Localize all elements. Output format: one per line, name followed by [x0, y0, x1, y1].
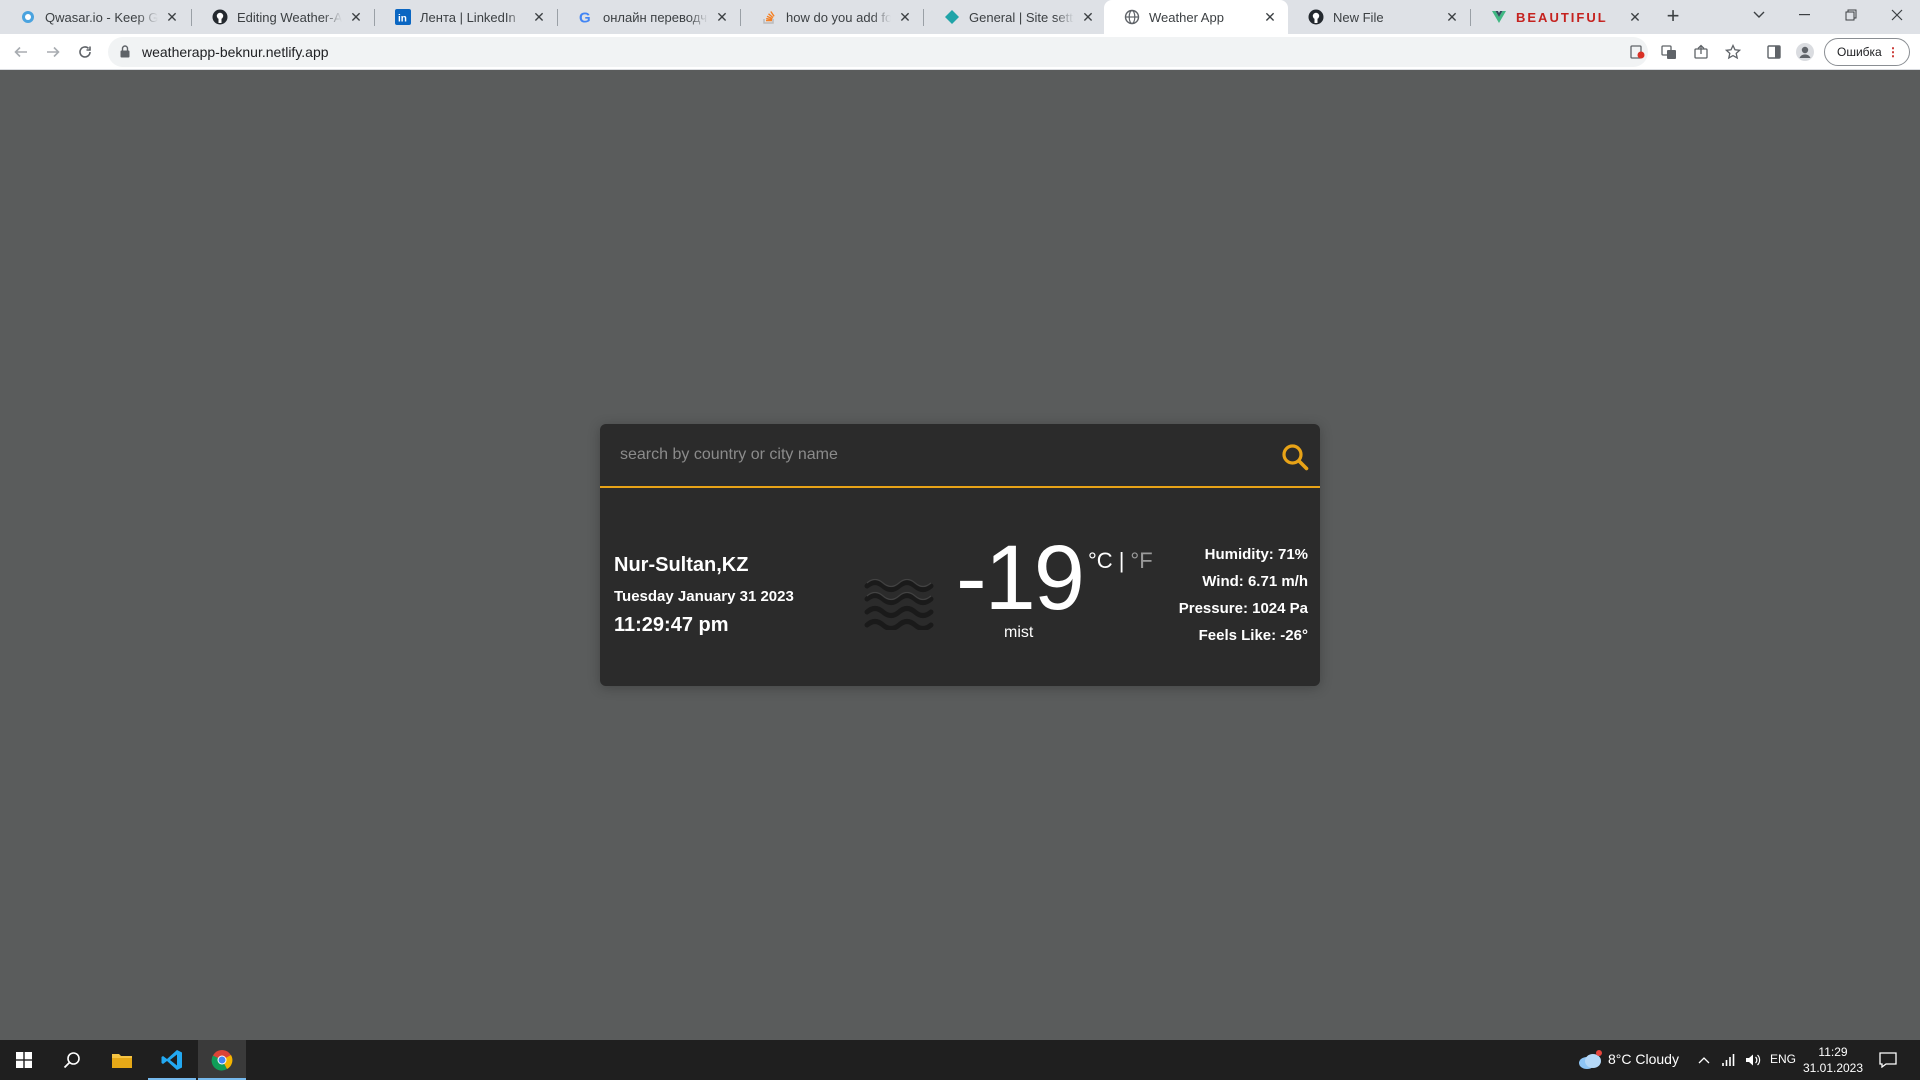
- tab-title: Weather App: [1149, 9, 1224, 25]
- mist-icon: [864, 574, 936, 635]
- temperature-value: -19: [956, 527, 1085, 629]
- wind-value: Wind: 6.71 m/h: [1202, 573, 1308, 590]
- windows-start-icon[interactable]: [0, 1040, 48, 1080]
- tab-google-search[interactable]: G онлайн переводчик - Google Search ✕: [558, 0, 740, 34]
- tab-title: New File: [1333, 9, 1384, 25]
- forward-arrow-icon[interactable]: [41, 40, 65, 64]
- tab-title: Editing Weather-App/README.md: [237, 9, 342, 25]
- weather-description: mist: [1004, 624, 1034, 641]
- bookmark-star-icon[interactable]: [1724, 43, 1742, 61]
- tab-title: Qwasar.io - Keep Growing: [45, 9, 158, 25]
- tab-title: онлайн переводчик - Google Search: [603, 9, 708, 25]
- tab-weather-app[interactable]: Weather App ✕: [1104, 0, 1288, 34]
- tab-github-editing[interactable]: Editing Weather-App/README.md ✕: [192, 0, 374, 34]
- input-language[interactable]: ENG: [1770, 1052, 1796, 1066]
- close-window-button[interactable]: [1874, 0, 1920, 30]
- share-icon[interactable]: [1692, 43, 1710, 61]
- lock-icon: [120, 45, 130, 63]
- url-text: weatherapp-beknur.netlify.app: [142, 44, 329, 60]
- close-tab-icon[interactable]: ✕: [714, 9, 730, 25]
- tab-title: Лента | LinkedIn: [420, 9, 516, 25]
- svg-text:in: in: [398, 14, 407, 25]
- search-icon[interactable]: [1280, 442, 1310, 472]
- close-tab-icon[interactable]: ✕: [1627, 9, 1643, 25]
- close-tab-icon[interactable]: ✕: [897, 9, 913, 25]
- profile-avatar-icon[interactable]: [1793, 40, 1817, 64]
- weather-details: Humidity: 71% Wind: 6.71 m/h Pressure: 1…: [1179, 546, 1308, 654]
- minimize-window-button[interactable]: [1782, 0, 1828, 30]
- windows-taskbar: 8°C Cloudy ENG 11:29 31.01.2023: [0, 1040, 1920, 1080]
- tray-chevron-icon[interactable]: [1694, 1040, 1714, 1080]
- profile-error-label: Ошибка: [1837, 45, 1882, 59]
- qwasar-icon: [20, 9, 36, 25]
- menu-dots-icon: ⋮: [1887, 45, 1899, 59]
- tab-title: General | Site settings: [969, 9, 1074, 25]
- city-name: Nur-Sultan,KZ: [614, 554, 749, 576]
- weather-card: Nur-Sultan,KZ Tuesday January 31 2023 11…: [600, 424, 1320, 686]
- svg-text:G: G: [579, 10, 591, 26]
- chrome-taskbar-icon[interactable]: [198, 1040, 246, 1080]
- github-icon: [1308, 9, 1324, 25]
- clock-time: 11:29: [1818, 1045, 1848, 1059]
- tab-qwasar[interactable]: Qwasar.io - Keep Growing ✕: [0, 0, 190, 34]
- tab-search-chevron-icon[interactable]: [1736, 0, 1782, 30]
- tab-linkedin[interactable]: in Лента | LinkedIn ✕: [375, 0, 557, 34]
- globe-icon: [1124, 9, 1140, 25]
- tab-strip: Qwasar.io - Keep Growing ✕ Editing Weath…: [0, 0, 1920, 34]
- search-icon[interactable]: [48, 1040, 96, 1080]
- network-icon[interactable]: [1718, 1040, 1740, 1080]
- close-tab-icon[interactable]: ✕: [1080, 9, 1096, 25]
- clock-date: 31.01.2023: [1802, 1061, 1864, 1075]
- notifications-icon[interactable]: [1870, 1040, 1906, 1080]
- file-explorer-icon[interactable]: [98, 1040, 146, 1080]
- pressure-value: Pressure: 1024 Pa: [1178, 600, 1308, 617]
- translate-icon[interactable]: [1660, 43, 1678, 61]
- profile-error-button[interactable]: Ошибка ⋮: [1824, 38, 1910, 66]
- tab-stackoverflow[interactable]: how do you add footer ✕: [741, 0, 923, 34]
- back-arrow-icon[interactable]: [9, 40, 33, 64]
- cloudy-weather-icon[interactable]: [1576, 1040, 1604, 1080]
- tab-netlify-settings[interactable]: General | Site settings ✕: [924, 0, 1106, 34]
- humidity-value: Humidity: 71%: [1204, 546, 1308, 563]
- taskbar-clock[interactable]: 11:29 31.01.2023: [1800, 1044, 1866, 1076]
- blocked-popup-icon[interactable]: [1628, 43, 1646, 61]
- browser-toolbar: weatherapp-beknur.netlify.app Ошибка ⋮: [0, 34, 1920, 70]
- close-tab-icon[interactable]: ✕: [348, 9, 364, 25]
- address-bar[interactable]: weatherapp-beknur.netlify.app: [108, 37, 1741, 67]
- reload-icon[interactable]: [73, 40, 97, 64]
- current-date: Tuesday January 31 2023: [614, 588, 794, 605]
- google-icon: G: [578, 9, 594, 26]
- current-time: 11:29:47 pm: [614, 614, 729, 636]
- linkedin-icon: in: [395, 9, 411, 25]
- celsius-toggle[interactable]: °C: [1088, 548, 1113, 573]
- tab-beautiful[interactable]: BEAUTIFUL ✕: [1471, 0, 1653, 34]
- feels-like-value: Feels Like: -26°: [1198, 627, 1308, 644]
- unit-separator: |: [1118, 548, 1125, 573]
- search-input[interactable]: [600, 424, 1260, 486]
- restore-window-button[interactable]: [1828, 0, 1874, 30]
- close-tab-icon[interactable]: ✕: [1444, 9, 1460, 25]
- search-bar: [600, 424, 1320, 488]
- netlify-icon: [944, 9, 960, 25]
- tab-title: BEAUTIFUL: [1516, 9, 1608, 25]
- vue-icon: [1491, 9, 1507, 25]
- close-tab-icon[interactable]: ✕: [164, 9, 180, 25]
- close-tab-icon[interactable]: ✕: [531, 9, 547, 25]
- fahrenheit-toggle[interactable]: °F: [1130, 548, 1152, 573]
- stackoverflow-icon: [761, 9, 777, 25]
- volume-icon[interactable]: [1742, 1040, 1764, 1080]
- close-tab-icon[interactable]: ✕: [1262, 9, 1278, 25]
- tab-github-new-file[interactable]: New File ✕: [1288, 0, 1470, 34]
- github-icon: [212, 9, 228, 25]
- tab-title: how do you add footer: [786, 9, 891, 25]
- new-tab-button[interactable]: +: [1660, 4, 1686, 30]
- vscode-icon[interactable]: [148, 1040, 196, 1080]
- taskbar-weather-text[interactable]: 8°C Cloudy: [1608, 1051, 1679, 1067]
- side-panel-icon[interactable]: [1762, 40, 1786, 64]
- unit-toggle: °C | °F: [1088, 548, 1153, 574]
